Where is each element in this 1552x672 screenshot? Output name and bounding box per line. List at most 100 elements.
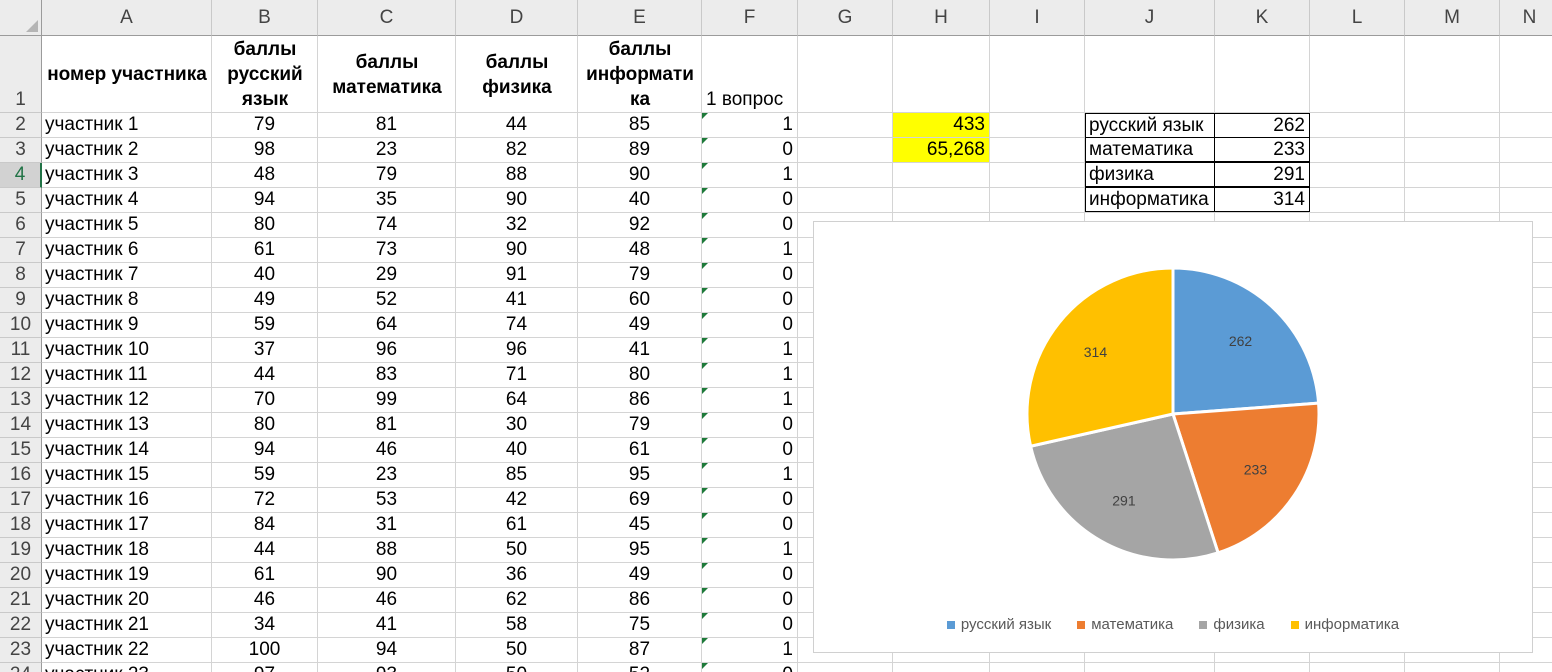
grid-cell[interactable] [990,36,1085,113]
participant-name-cell[interactable]: участник 16 [42,488,212,513]
physics-score-cell[interactable]: 91 [456,263,578,288]
grid-cell[interactable] [1310,163,1405,188]
math-score-cell[interactable]: 52 [318,288,456,313]
informatics-score-cell[interactable]: 49 [578,313,702,338]
russian-score-cell[interactable]: 61 [212,238,318,263]
physics-score-cell[interactable]: 74 [456,313,578,338]
informatics-score-cell[interactable]: 79 [578,413,702,438]
russian-score-cell[interactable]: 100 [212,638,318,663]
question-1-cell[interactable]: 0 [702,563,798,588]
math-score-cell[interactable]: 81 [318,413,456,438]
question-1-cell[interactable]: 1 [702,163,798,188]
physics-score-cell[interactable]: 62 [456,588,578,613]
question-1-cell[interactable]: 1 [702,113,798,138]
grid-cell[interactable] [798,113,893,138]
column-header-N[interactable]: N [1500,0,1552,36]
column-header-J[interactable]: J [1085,0,1215,36]
participant-name-cell[interactable]: участник 6 [42,238,212,263]
math-score-cell[interactable]: 88 [318,538,456,563]
column-header-C[interactable]: C [318,0,456,36]
participant-name-cell[interactable]: участник 18 [42,538,212,563]
russian-score-cell[interactable]: 49 [212,288,318,313]
grid-cell[interactable] [1405,663,1500,672]
column-header-M[interactable]: M [1405,0,1500,36]
legend-item[interactable]: информатика [1290,616,1399,633]
informatics-score-cell[interactable]: 69 [578,488,702,513]
physics-score-cell[interactable]: 58 [456,613,578,638]
grid-cell[interactable] [1405,113,1500,138]
math-score-cell[interactable]: 90 [318,563,456,588]
math-score-cell[interactable]: 74 [318,213,456,238]
informatics-score-cell[interactable]: 89 [578,138,702,163]
grid-cell[interactable] [1405,163,1500,188]
row-header-11[interactable]: 11 [0,338,42,363]
row-header-18[interactable]: 18 [0,513,42,538]
row-header-3[interactable]: 3 [0,138,42,163]
informatics-score-cell[interactable]: 85 [578,113,702,138]
column-header-H[interactable]: H [893,0,990,36]
question-1-cell[interactable]: 0 [702,313,798,338]
russian-score-cell[interactable]: 44 [212,363,318,388]
question-1-cell[interactable]: 0 [702,588,798,613]
row-header-17[interactable]: 17 [0,488,42,513]
summary-label-cell[interactable]: русский язык [1085,113,1215,138]
participant-name-cell[interactable]: участник 11 [42,363,212,388]
physics-score-cell[interactable]: 42 [456,488,578,513]
grid-cell[interactable] [798,188,893,213]
grid-cell[interactable] [798,663,893,672]
grid-cell[interactable] [1310,113,1405,138]
russian-score-cell[interactable]: 97 [212,663,318,672]
pie-chart[interactable]: 262 233 291 314 русский язык математика физика… [813,221,1533,653]
select-all-corner[interactable] [0,0,42,36]
question-1-cell[interactable]: 0 [702,663,798,672]
grid-cell[interactable] [1405,188,1500,213]
physics-score-cell[interactable]: 71 [456,363,578,388]
physics-score-cell[interactable]: 50 [456,663,578,672]
participant-name-cell[interactable]: участник 21 [42,613,212,638]
physics-score-cell[interactable]: 90 [456,188,578,213]
grid-cell[interactable] [1500,138,1552,163]
grid-cell[interactable] [798,138,893,163]
question-1-cell[interactable]: 1 [702,638,798,663]
russian-score-cell[interactable]: 59 [212,463,318,488]
question-1-cell[interactable]: 1 [702,338,798,363]
grid-cell[interactable] [1500,36,1552,113]
column-header-K[interactable]: K [1215,0,1310,36]
russian-score-cell[interactable]: 94 [212,188,318,213]
h2-result-cell[interactable]: 433 [893,113,990,138]
math-score-cell[interactable]: 23 [318,463,456,488]
row-header-19[interactable]: 19 [0,538,42,563]
grid-cell[interactable] [798,36,893,113]
row-header-20[interactable]: 20 [0,563,42,588]
grid-cell[interactable] [1405,138,1500,163]
physics-score-cell[interactable]: 36 [456,563,578,588]
math-score-cell[interactable]: 96 [318,338,456,363]
row-header-12[interactable]: 12 [0,363,42,388]
row-header-16[interactable]: 16 [0,463,42,488]
russian-score-cell[interactable]: 70 [212,388,318,413]
grid-cell[interactable] [1500,113,1552,138]
summary-label-cell[interactable]: математика [1085,137,1215,162]
h3-result-cell[interactable]: 65,268 [893,138,990,163]
grid-cell[interactable] [1310,188,1405,213]
math-score-cell[interactable]: 46 [318,588,456,613]
informatics-score-cell[interactable]: 90 [578,163,702,188]
question-1-cell[interactable]: 0 [702,488,798,513]
grid-cell[interactable] [1215,36,1310,113]
grid-cell[interactable] [893,163,990,188]
grid-cell[interactable] [1405,36,1500,113]
question-1-cell[interactable]: 1 [702,388,798,413]
row-header-21[interactable]: 21 [0,588,42,613]
grid-cell[interactable] [1500,663,1552,672]
grid-cell[interactable] [1085,663,1215,672]
row-header-9[interactable]: 9 [0,288,42,313]
question-1-cell[interactable]: 0 [702,513,798,538]
physics-score-cell[interactable]: 50 [456,538,578,563]
russian-score-cell[interactable]: 61 [212,563,318,588]
legend-item[interactable]: физика [1199,616,1265,633]
russian-score-cell[interactable]: 34 [212,613,318,638]
question-1-cell[interactable]: 1 [702,538,798,563]
grid-cell[interactable] [990,113,1085,138]
participant-name-cell[interactable]: участник 19 [42,563,212,588]
physics-score-cell[interactable]: 50 [456,638,578,663]
